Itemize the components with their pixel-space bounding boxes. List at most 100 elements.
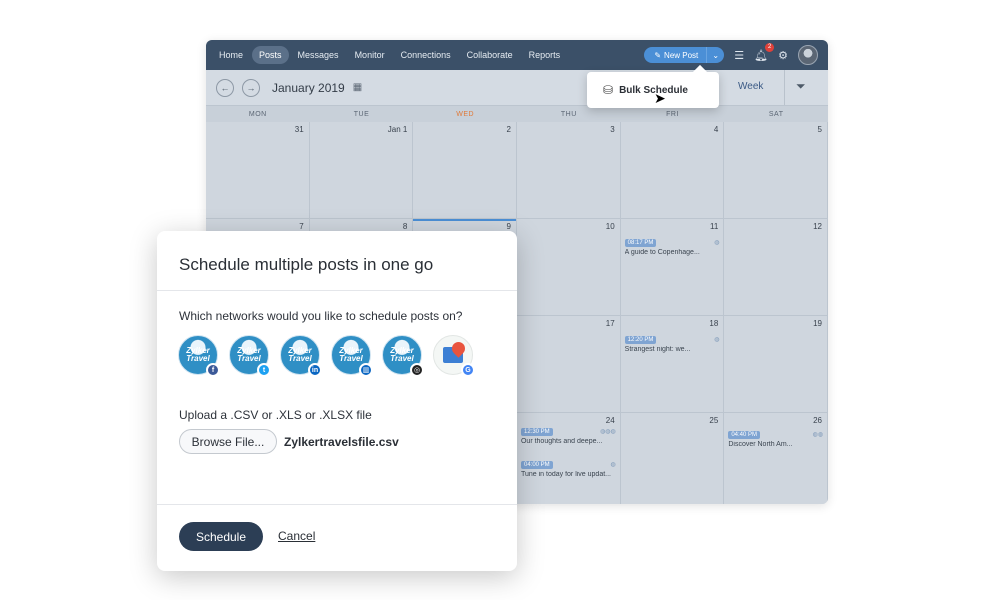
calendar-event[interactable]: 04:00 PM ◍ Tune in today for live updat.… [520, 461, 616, 478]
notification-badge: 2 [765, 42, 775, 52]
new-post-button[interactable]: ✎ New Post ⌄ [644, 47, 725, 63]
bulk-schedule-dialog: Schedule multiple posts in one go Which … [157, 231, 517, 571]
event-title: Our thoughts and deepe... [520, 438, 603, 445]
network-linkedin-page[interactable]: Zylker Travel ▥ [331, 335, 373, 377]
day-number: 18 [709, 319, 719, 328]
day-number: 24 [605, 416, 615, 425]
nav-reports[interactable]: Reports [522, 46, 568, 64]
prev-month-button[interactable]: ← [216, 78, 234, 97]
calendar-event[interactable]: 08:17 PM ◍ A guide to Copenhage... [624, 239, 720, 256]
weekday-label: THU [560, 111, 577, 118]
calendar-day[interactable]: 31 [206, 122, 310, 219]
day-number: 8 [402, 222, 408, 231]
network-linkedin[interactable]: Zylker Travel in [280, 335, 322, 377]
event-time: 08:17 PM [624, 239, 657, 247]
browse-file-button[interactable]: Browse File... [179, 429, 277, 454]
calendar-event[interactable]: 12:20 PM ◍ Strangest night: we... [624, 336, 719, 353]
event-title: A guide to Copenhage... [624, 249, 700, 256]
calendar-day[interactable]: 19 [724, 316, 828, 413]
network-twitter[interactable]: Zylker Travel t [229, 335, 271, 377]
day-number: 7 [299, 222, 304, 231]
brand-logo: Zylker Travel [288, 346, 312, 363]
event-title: Discover North Am... [728, 441, 793, 448]
chevron-down-icon[interactable]: ⌄ [706, 47, 724, 63]
day-number: 31 [294, 125, 304, 134]
network-instagram[interactable]: Zylker Travel ◎ [382, 335, 424, 377]
calendar-day[interactable]: 24 12:30 PM ◍◍◍ Our thoughts and deepe..… [516, 413, 621, 504]
calendar-day[interactable]: 12 [724, 219, 828, 316]
network-list: Zylker Travel f Zylker Travel t Zylker Trav… [178, 335, 484, 377]
event-title: Strangest night: we... [624, 346, 691, 353]
event-time: 12:20 PM [624, 336, 657, 344]
calendar-day[interactable]: 4 [620, 122, 725, 219]
calendar-day[interactable]: 10 [516, 219, 621, 316]
calendar-event[interactable]: 12:30 PM ◍◍◍ Our thoughts and deepe... [520, 428, 616, 445]
day-number: 10 [605, 222, 615, 231]
nav-collaborate[interactable]: Collaborate [460, 46, 520, 64]
day-number: 12 [813, 222, 822, 231]
nav-posts[interactable]: Posts [252, 46, 289, 64]
weekday-label: TUE [353, 111, 370, 118]
weekday-label: MON [248, 111, 267, 118]
cancel-link[interactable]: Cancel [278, 529, 315, 543]
calendar-day[interactable]: 18 12:20 PM ◍ Strangest night: we... [620, 316, 725, 413]
day-number: 26 [813, 416, 822, 425]
mouse-cursor-icon: ➤ [654, 90, 666, 106]
calendar-search-icon[interactable]: ▦ [353, 82, 362, 93]
filter-icon[interactable]: ⏷ [796, 79, 806, 94]
nav-monitor[interactable]: Monitor [348, 46, 392, 64]
calendar-day[interactable]: Jan 1 [309, 122, 414, 219]
linkedin-icon: in [308, 363, 322, 377]
nav-connections[interactable]: Connections [394, 46, 458, 64]
network-icon: ◍ [610, 462, 616, 468]
day-number: 11 [710, 222, 719, 231]
weekday-label-today: WED [456, 111, 475, 118]
networks-question: Which networks would you like to schedul… [179, 309, 463, 323]
weekday-header: MON TUE WED THU FRI SAT [206, 105, 828, 122]
view-week-tab[interactable]: Week [738, 81, 763, 92]
nav-messages[interactable]: Messages [291, 46, 346, 64]
view-divider [784, 70, 785, 105]
network-icon: ◍ [714, 240, 720, 246]
brand-logo: Zylker Travel [390, 346, 414, 363]
topbar-actions: ✎ New Post ⌄ ☰ 🔔︎ 2 ⚙ [644, 42, 828, 65]
network-google-my-business[interactable]: G [433, 335, 475, 377]
upload-label: Upload a .CSV or .XLS or .XLSX file [179, 408, 372, 422]
gear-icon[interactable]: ⚙ [778, 49, 788, 62]
calendar-day[interactable]: 3 [516, 122, 621, 219]
brand-logo: Zylker Travel [186, 346, 210, 363]
next-month-button[interactable]: → [242, 78, 260, 97]
today-indicator [413, 219, 516, 221]
linkedin-page-icon: ▥ [359, 363, 373, 377]
brand-logo: Zylker Travel [237, 346, 261, 363]
divider [157, 504, 517, 505]
pencil-icon: ✎ [654, 50, 662, 60]
day-number: 17 [605, 319, 615, 328]
stage: Home Posts Messages Monitor Connections … [0, 0, 1000, 600]
calendar-day[interactable]: 17 [516, 316, 621, 413]
facebook-icon: f [206, 363, 220, 377]
network-icons: ◍◍◍ [599, 429, 616, 435]
nav-home[interactable]: Home [212, 46, 250, 64]
day-number: 5 [817, 125, 822, 134]
event-time: 04:00 PM [520, 461, 553, 469]
menu-icon[interactable]: ☰ [734, 49, 744, 62]
new-post-label: New Post [664, 50, 699, 60]
schedule-button[interactable]: Schedule [179, 522, 263, 551]
day-number: Jan 1 [387, 125, 408, 134]
divider [157, 290, 517, 291]
event-time: 12:30 PM [520, 428, 553, 436]
calendar-event[interactable]: 04:40 PM ◍◍ Discover North Am... [728, 431, 823, 448]
calendar-day[interactable]: 5 [724, 122, 828, 219]
network-facebook[interactable]: Zylker Travel f [178, 335, 220, 377]
calendar-day[interactable]: 25 [620, 413, 725, 504]
bulk-schedule-menu-item[interactable]: ⛁ Bulk Schedule [587, 72, 719, 108]
calendar-day[interactable]: 2 [413, 122, 517, 219]
calendar-day[interactable]: 11 08:17 PM ◍ A guide to Copenhage... [620, 219, 725, 316]
calendar-header: ← → January 2019 ▦ [206, 70, 828, 105]
calendar-day[interactable]: 26 04:40 PM ◍◍ Discover North Am... [724, 413, 828, 504]
twitter-icon: t [257, 363, 271, 377]
avatar[interactable] [798, 45, 818, 65]
day-number: 9 [506, 222, 511, 231]
bell-icon[interactable]: 🔔︎ 2 [754, 42, 775, 62]
